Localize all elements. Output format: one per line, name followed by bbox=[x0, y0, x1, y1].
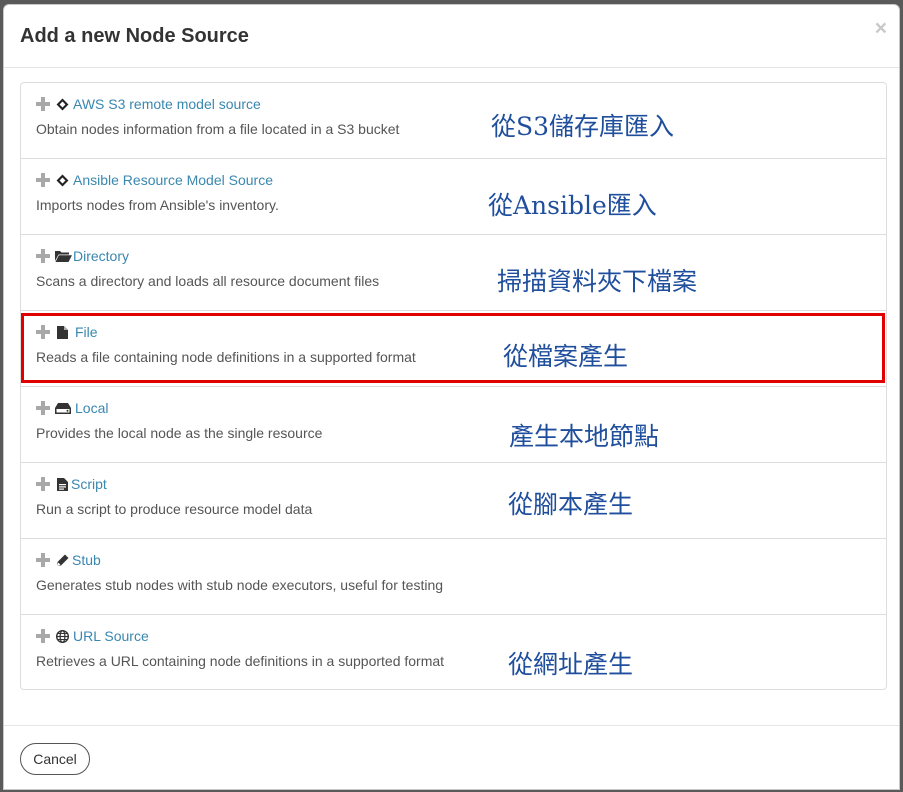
hdd-icon bbox=[55, 401, 71, 415]
source-description: Obtain nodes information from a file loc… bbox=[36, 121, 400, 137]
source-title-link[interactable]: Stub bbox=[72, 552, 101, 568]
source-description: Generates stub nodes with stub node exec… bbox=[36, 577, 444, 593]
annotation-aws-s3: 從S3儲存庫匯入 bbox=[491, 112, 675, 141]
globe-icon bbox=[55, 629, 69, 643]
list-item-ansible[interactable]: Ansible Resource Model Source Imports no… bbox=[21, 159, 886, 235]
source-title-link[interactable]: URL Source bbox=[73, 628, 149, 644]
source-title-link[interactable]: Ansible Resource Model Source bbox=[73, 172, 273, 188]
plus-icon[interactable] bbox=[36, 249, 50, 263]
annotation-local: 產生本地節點 bbox=[509, 422, 660, 451]
plus-icon[interactable] bbox=[36, 629, 50, 643]
list-item-aws-s3[interactable]: AWS S3 remote model source Obtain nodes … bbox=[21, 83, 886, 159]
annotation-ansible: 從Ansible匯入 bbox=[488, 191, 657, 220]
diamond-icon bbox=[55, 97, 69, 111]
node-source-list: AWS S3 remote model source Obtain nodes … bbox=[20, 82, 887, 690]
list-item-url-source[interactable]: URL Source Retrieves a URL containing no… bbox=[21, 615, 886, 691]
source-description: Retrieves a URL containing node definiti… bbox=[36, 653, 445, 669]
source-description: Scans a directory and loads all resource… bbox=[36, 273, 380, 289]
highlight-box bbox=[21, 313, 885, 383]
annotation-directory: 掃描資料夾下檔案 bbox=[497, 267, 698, 296]
plus-icon[interactable] bbox=[36, 97, 50, 111]
list-item-directory[interactable]: Directory Scans a directory and loads al… bbox=[21, 235, 886, 311]
add-node-source-modal: Add a new Node Source × AWS S3 remote mo… bbox=[3, 4, 900, 790]
list-item-local[interactable]: Local Provides the local node as the sin… bbox=[21, 387, 886, 463]
list-item-script[interactable]: Script Run a script to produce resource … bbox=[21, 463, 886, 539]
file-text-icon bbox=[55, 477, 69, 491]
pencil-icon bbox=[55, 553, 69, 567]
plus-icon[interactable] bbox=[36, 553, 50, 567]
diamond-icon bbox=[55, 173, 69, 187]
source-description: Imports nodes from Ansible's inventory. bbox=[36, 197, 279, 213]
close-button[interactable]: × bbox=[875, 18, 887, 39]
source-title-link[interactable]: AWS S3 remote model source bbox=[73, 96, 261, 112]
source-title-link[interactable]: Directory bbox=[73, 248, 129, 264]
modal-footer: Cancel bbox=[4, 725, 899, 792]
modal-header: Add a new Node Source × bbox=[4, 5, 899, 68]
plus-icon[interactable] bbox=[36, 477, 50, 491]
cancel-button[interactable]: Cancel bbox=[20, 743, 90, 775]
plus-icon[interactable] bbox=[36, 401, 50, 415]
folder-open-icon bbox=[55, 249, 72, 263]
annotation-script: 從腳本產生 bbox=[508, 490, 634, 519]
source-description: Provides the local node as the single re… bbox=[36, 425, 323, 441]
annotation-url-source: 從網址產生 bbox=[508, 650, 634, 679]
plus-icon[interactable] bbox=[36, 173, 50, 187]
source-title-link[interactable]: Local bbox=[75, 400, 108, 416]
source-description: Run a script to produce resource model d… bbox=[36, 501, 313, 517]
modal-title: Add a new Node Source bbox=[20, 25, 249, 47]
list-item-stub[interactable]: Stub Generates stub nodes with stub node… bbox=[21, 539, 886, 615]
source-title-link[interactable]: Script bbox=[71, 476, 107, 492]
